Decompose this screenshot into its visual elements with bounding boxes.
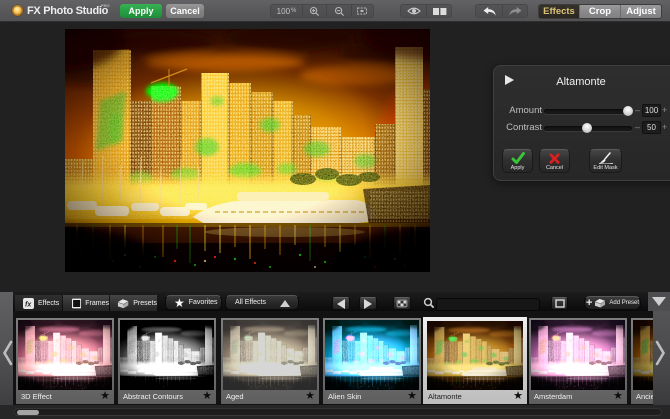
- svg-text:fx: fx: [25, 301, 32, 308]
